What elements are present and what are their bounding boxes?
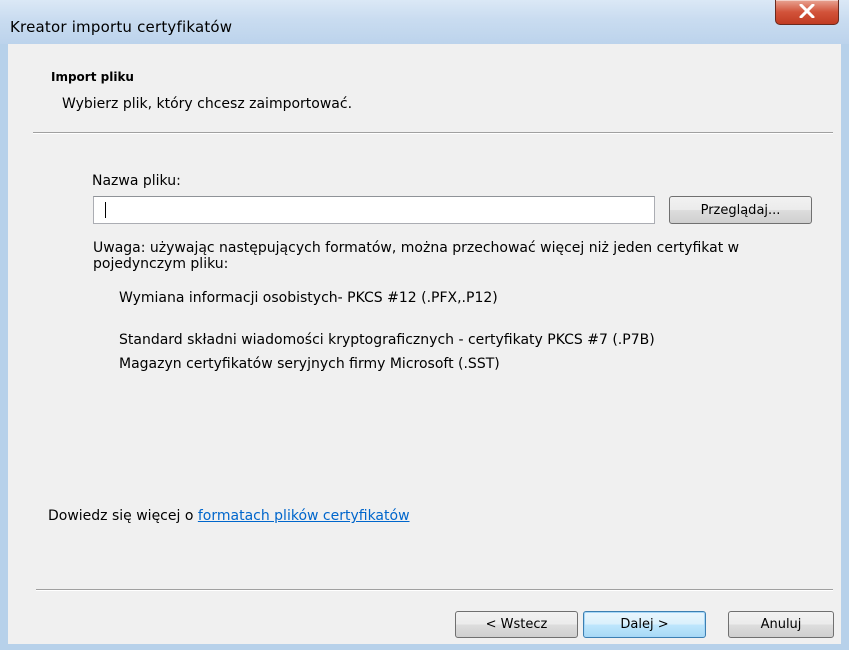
format-item-p7b: Standard składni wiadomości kryptografic… <box>119 332 655 348</box>
title-bar[interactable]: Kreator importu certyfikatów <box>0 0 849 44</box>
wizard-window: Kreator importu certyfikatów Import plik… <box>0 0 849 650</box>
file-name-label: Nazwa pliku: <box>92 173 181 189</box>
wizard-content: Import pliku Wybierz plik, który chcesz … <box>8 44 841 644</box>
page-title: Import pliku <box>51 70 134 84</box>
formats-note: Uwaga: używając następujących formatów, … <box>93 240 740 272</box>
header-divider <box>33 132 833 134</box>
certificate-formats-link[interactable]: formatach plików certyfikatów <box>198 508 410 524</box>
close-x-icon <box>799 4 815 18</box>
learn-more-text: Dowiedz się więcej o formatach plików ce… <box>48 508 410 524</box>
file-name-input[interactable] <box>93 196 655 224</box>
format-item-sst: Magazyn certyfikatów seryjnych firmy Mic… <box>119 356 500 372</box>
back-button[interactable]: < Wstecz <box>455 611 578 638</box>
wizard-header: Import pliku Wybierz plik, który chcesz … <box>8 44 841 132</box>
browse-button[interactable]: Przeglądaj... <box>669 196 812 224</box>
format-item-pfx: Wymiana informacji osobistych- PKCS #12 … <box>119 290 498 306</box>
page-subtitle: Wybierz plik, który chcesz zaimportować. <box>62 96 353 112</box>
next-button[interactable]: Dalej > <box>583 611 706 638</box>
close-button[interactable] <box>775 0 839 25</box>
footer-divider <box>36 589 833 591</box>
cancel-button[interactable]: Anuluj <box>728 611 834 638</box>
learn-more-prefix: Dowiedz się więcej o <box>48 508 198 524</box>
window-title: Kreator importu certyfikatów <box>10 18 233 36</box>
text-caret <box>105 202 106 218</box>
